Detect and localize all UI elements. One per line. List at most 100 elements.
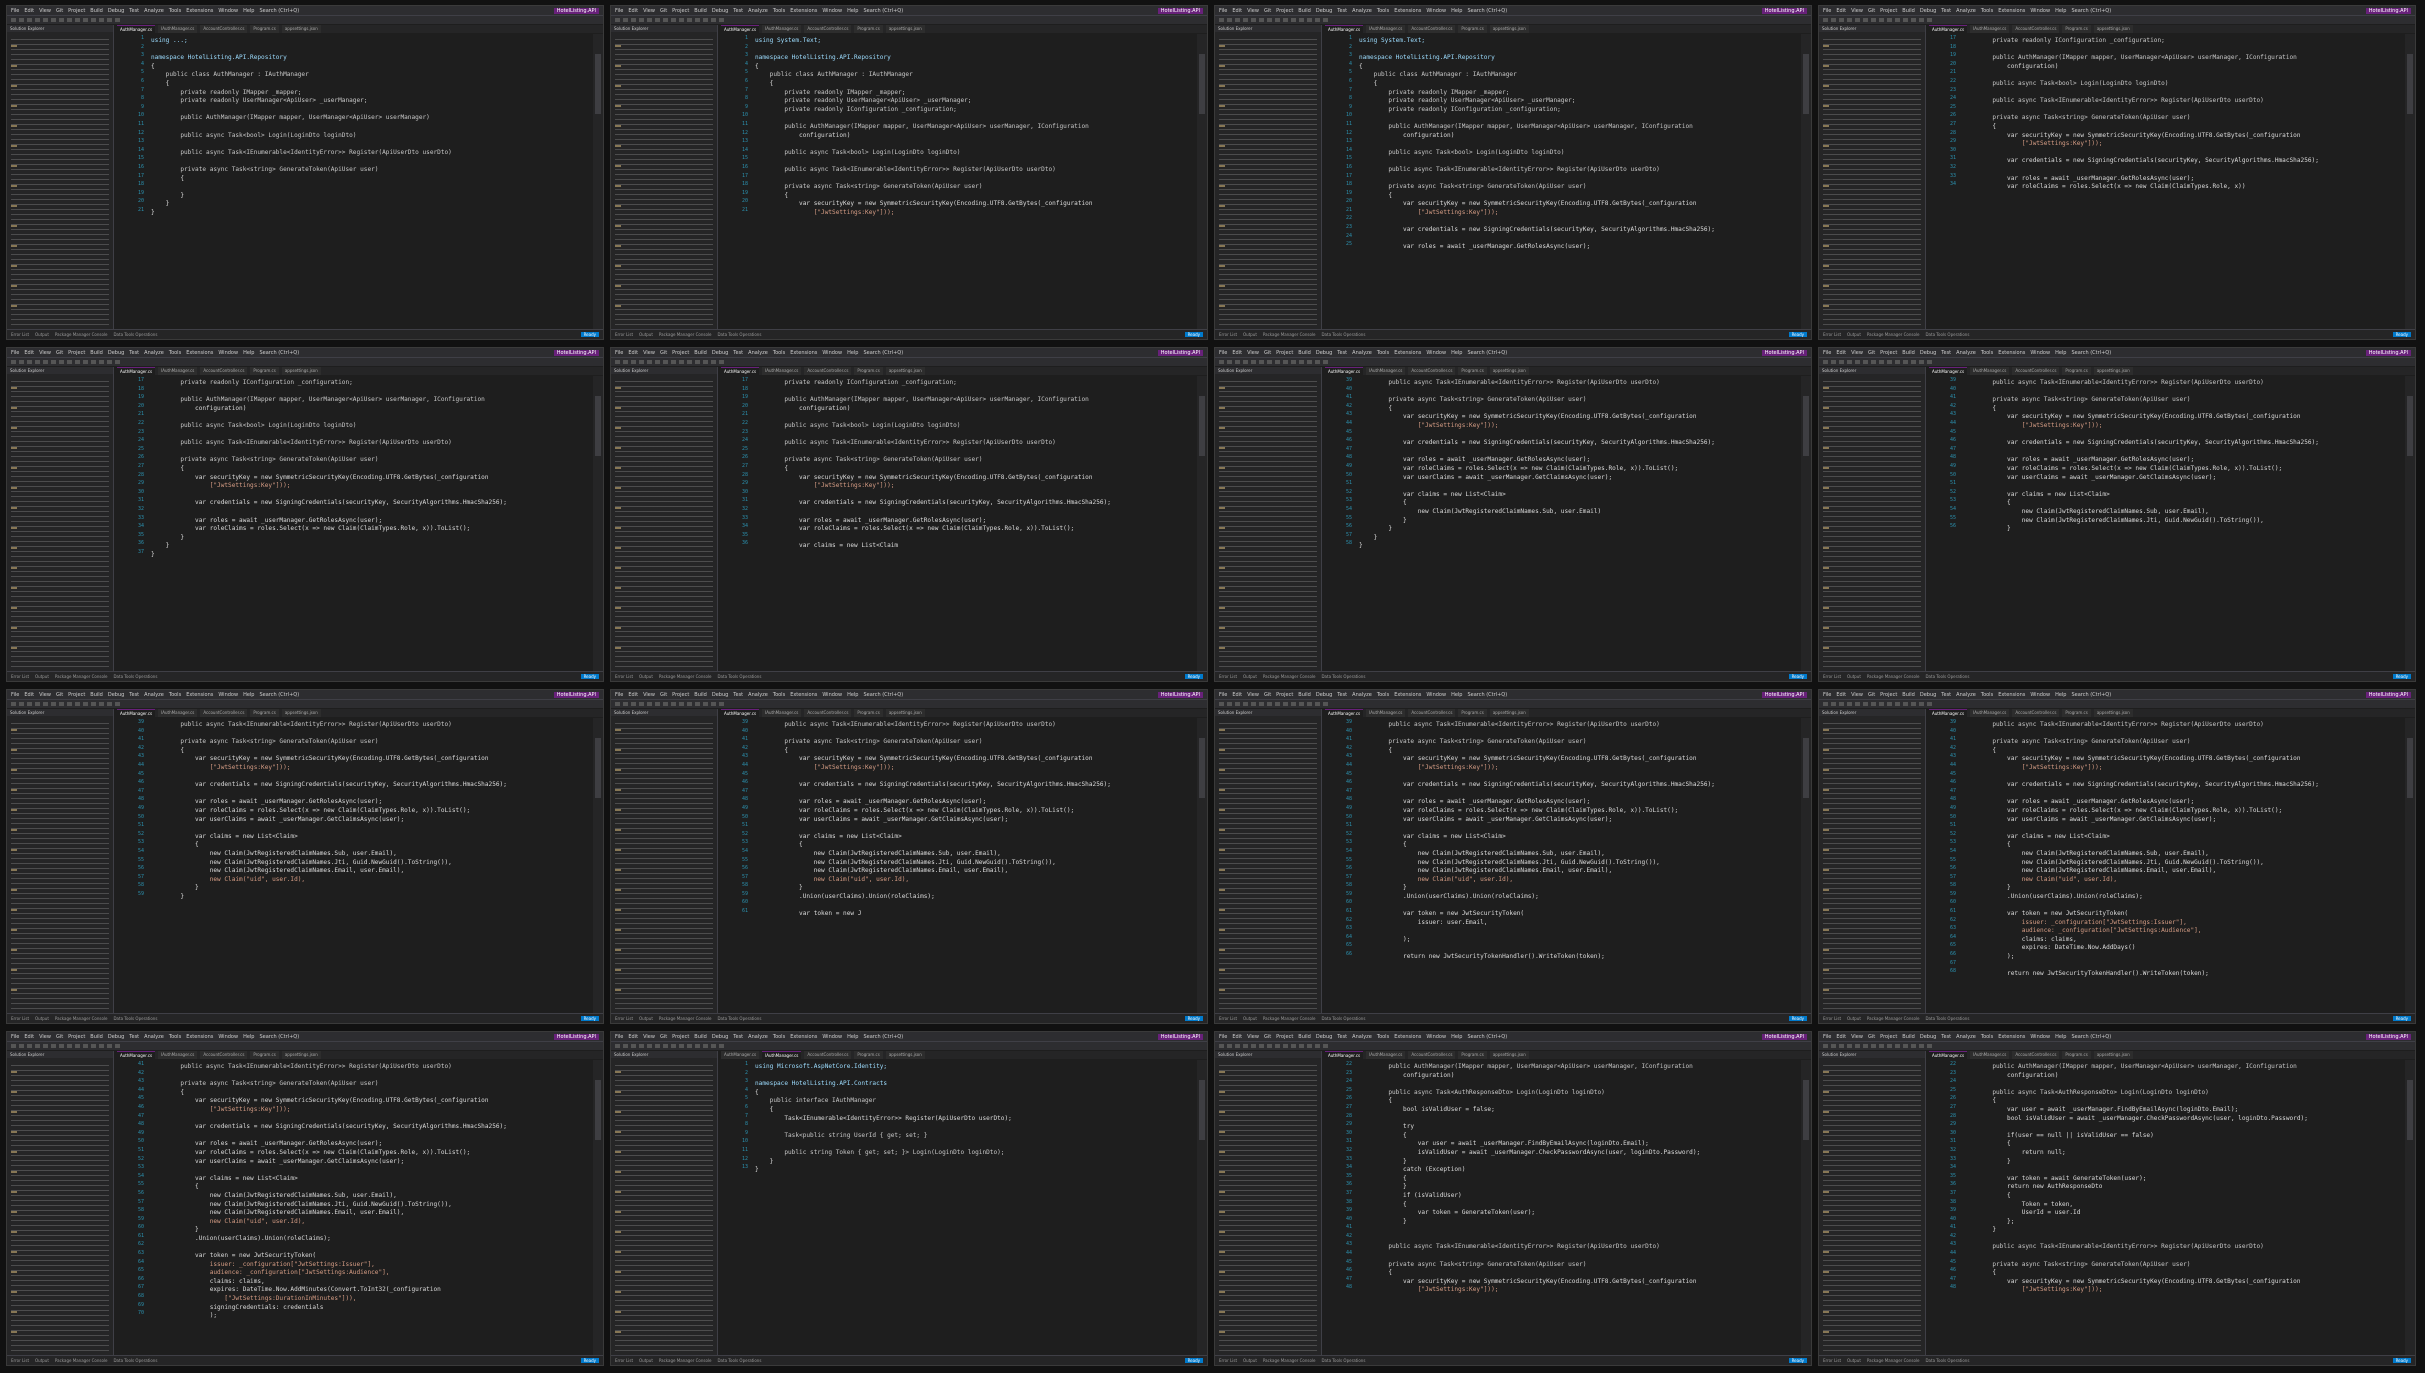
code-text[interactable]: public async Task<IEnumerable<IdentityEr… (1963, 721, 2399, 1013)
menu-item[interactable]: Git (1868, 350, 1875, 356)
menu-item[interactable]: Edit (1232, 1034, 1242, 1040)
search-box[interactable]: Search (Ctrl+Q) (2071, 1034, 2111, 1040)
toolbar-button[interactable] (27, 702, 32, 706)
document-tab[interactable]: appsettings.json (2093, 1051, 2133, 1059)
document-tab[interactable]: IAuthManager.cs (158, 25, 198, 33)
menu-item[interactable]: Window (822, 350, 842, 356)
menu-item[interactable]: Debug (712, 692, 728, 698)
menu-item[interactable]: Analyze (144, 692, 164, 698)
menu-item[interactable]: Window (218, 8, 238, 14)
menu-item[interactable]: View (1851, 1034, 1863, 1040)
toolbar-button[interactable] (615, 1044, 620, 1048)
toolbar-button[interactable] (1315, 18, 1320, 22)
menu-item[interactable]: Window (2030, 692, 2050, 698)
status-tab[interactable]: Data Tools Operations (113, 1358, 157, 1363)
menu-item[interactable]: Test (1941, 8, 1951, 14)
toolbar-button[interactable] (43, 18, 48, 22)
vertical-scrollbar[interactable] (593, 718, 603, 1013)
search-box[interactable]: Search (Ctrl+Q) (1467, 692, 1507, 698)
menu-item[interactable]: Build (1298, 350, 1311, 356)
status-tab[interactable]: Package Manager Console (1263, 332, 1316, 337)
status-tab[interactable]: Output (1243, 1016, 1257, 1021)
document-tab[interactable]: AuthManager.cs (721, 367, 760, 375)
toolbar-button[interactable] (115, 702, 120, 706)
toolbar-button[interactable] (687, 1044, 692, 1048)
document-tab[interactable]: IAuthManager.cs (158, 367, 198, 375)
toolbar-button[interactable] (19, 702, 24, 706)
status-tab[interactable]: Error List (11, 1358, 29, 1363)
status-tab[interactable]: Error List (1219, 1016, 1237, 1021)
toolbar-button[interactable] (1291, 1044, 1296, 1048)
toolbar-button[interactable] (1895, 360, 1900, 364)
menu-item[interactable]: Help (2055, 350, 2066, 356)
toolbar-button[interactable] (1903, 1044, 1908, 1048)
code-text[interactable]: public async Task<IEnumerable<IdentityEr… (1963, 379, 2399, 671)
toolbar-button[interactable] (115, 360, 120, 364)
menu-item[interactable]: Debug (1316, 1034, 1332, 1040)
toolbar-button[interactable] (11, 360, 16, 364)
document-tab[interactable]: appsettings.json (1489, 25, 1529, 33)
toolbar-button[interactable] (631, 1044, 636, 1048)
code-editor[interactable]: 41 42 43 44 45 46 47 48 49 50 51 52 53 54 55 56 57 58 59 60… (117, 1060, 591, 1355)
toolbar-button[interactable] (1235, 18, 1240, 22)
menu-item[interactable]: Analyze (1352, 350, 1372, 356)
menu-item[interactable]: File (11, 692, 19, 698)
toolbar-button[interactable] (695, 360, 700, 364)
menu-item[interactable]: Project (672, 1034, 689, 1040)
menu-item[interactable]: Build (694, 8, 707, 14)
toolbar-button[interactable] (1299, 702, 1304, 706)
toolbar-button[interactable] (623, 360, 628, 364)
document-tab[interactable]: IAuthManager.cs (1970, 1051, 2010, 1059)
document-tab[interactable]: AccountController.cs (804, 1051, 852, 1059)
status-tab[interactable]: Output (639, 1358, 653, 1363)
menu-item[interactable]: Edit (24, 692, 34, 698)
toolbar-button[interactable] (1243, 18, 1248, 22)
menu-item[interactable]: Edit (1232, 8, 1242, 14)
menu-item[interactable]: Tools (1981, 1034, 1993, 1040)
menu-item[interactable]: Git (1868, 8, 1875, 14)
toolbar-button[interactable] (1839, 18, 1844, 22)
document-tab[interactable]: Program.cs (2062, 709, 2091, 717)
status-tab[interactable]: Output (639, 332, 653, 337)
toolbar-button[interactable] (1871, 702, 1876, 706)
file-tree[interactable] (1219, 379, 1317, 667)
toolbar-button[interactable] (655, 360, 660, 364)
menu-item[interactable]: Debug (108, 692, 124, 698)
toolbar-button[interactable] (75, 702, 80, 706)
menu-item[interactable]: Build (694, 1034, 707, 1040)
document-tab[interactable]: appsettings.json (885, 709, 925, 717)
menu-item[interactable]: Build (1298, 1034, 1311, 1040)
toolbar-button[interactable] (663, 18, 668, 22)
menu-item[interactable]: Analyze (144, 350, 164, 356)
toolbar-button[interactable] (1299, 360, 1304, 364)
toolbar-button[interactable] (1847, 360, 1852, 364)
document-tab[interactable]: IAuthManager.cs (762, 1051, 802, 1059)
document-tab[interactable]: Program.cs (2062, 25, 2091, 33)
search-box[interactable]: Search (Ctrl+Q) (863, 692, 903, 698)
menu-item[interactable]: Window (1426, 350, 1446, 356)
code-text[interactable]: public AuthManager(IMapper mapper, UserM… (1359, 1063, 1795, 1355)
toolbar-button[interactable] (1291, 360, 1296, 364)
toolbar-button[interactable] (1227, 1044, 1232, 1048)
menu-item[interactable]: Edit (1836, 350, 1846, 356)
menu-item[interactable]: Extensions (790, 350, 817, 356)
document-tab[interactable]: Program.cs (1458, 367, 1487, 375)
toolbar-button[interactable] (1887, 18, 1892, 22)
menu-item[interactable]: View (1851, 8, 1863, 14)
toolbar-button[interactable] (1911, 1044, 1916, 1048)
toolbar-button[interactable] (711, 702, 716, 706)
toolbar-button[interactable] (671, 702, 676, 706)
toolbar-button[interactable] (1831, 702, 1836, 706)
document-tab[interactable]: appsettings.json (281, 367, 321, 375)
toolbar-button[interactable] (623, 18, 628, 22)
document-tab[interactable]: IAuthManager.cs (762, 367, 802, 375)
code-text[interactable]: private readonly IConfiguration _configu… (151, 379, 587, 671)
menu-item[interactable]: Git (660, 8, 667, 14)
menu-item[interactable]: Git (660, 1034, 667, 1040)
document-tab[interactable]: Program.cs (854, 367, 883, 375)
file-tree[interactable] (1823, 37, 1921, 325)
toolbar-button[interactable] (43, 702, 48, 706)
code-editor[interactable]: 17 18 19 20 21 22 23 24 25 26 27 28 29 30 31 32 33 34 pri… (1929, 34, 2403, 329)
code-text[interactable]: public async Task<IEnumerable<IdentityEr… (151, 721, 587, 1013)
toolbar-button[interactable] (1219, 360, 1224, 364)
